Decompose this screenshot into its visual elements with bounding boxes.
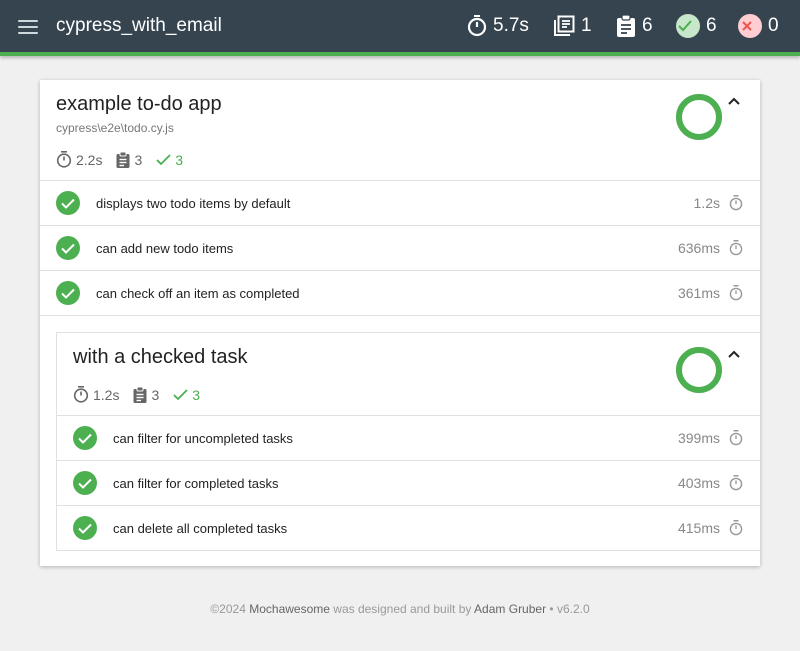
test-title: can add new todo items: [96, 241, 234, 256]
nested-suite-pass-donut: [676, 347, 722, 393]
test-duration: 415ms: [677, 520, 720, 536]
suite-tests-value: 3: [134, 151, 143, 168]
stat-suites: 1: [553, 13, 592, 39]
clipboard-icon: [617, 15, 635, 37]
test-row[interactable]: displays two todo items by default 1.2s: [40, 180, 760, 225]
test-duration: 636ms: [677, 240, 720, 256]
pass-check-icon: [73, 426, 97, 450]
stat-passes-value: 6: [706, 15, 717, 36]
footer: ©2024 Mochawesome was designed and built…: [0, 602, 800, 616]
test-title: can filter for uncompleted tasks: [113, 431, 293, 446]
test-row[interactable]: can delete all completed tasks 415ms: [57, 505, 760, 550]
pass-check-icon: [56, 281, 80, 305]
menu-icon[interactable]: [18, 16, 38, 36]
nested-suite: with a checked task 1.2s 3 3 can filter …: [56, 332, 760, 551]
suite-title: example to-do app: [56, 93, 222, 115]
suite-passes: 3: [156, 152, 183, 168]
nested-suite-duration: 1.2s: [73, 386, 119, 403]
check-icon: [173, 388, 188, 400]
chevron-up-icon[interactable]: [726, 346, 742, 362]
suite-duration-value: 2.2s: [76, 151, 103, 168]
nested-suite-meta: 1.2s 3 3: [73, 386, 214, 403]
test-duration: 403ms: [677, 475, 720, 491]
library-books-icon: [554, 15, 575, 36]
stopwatch-icon: [729, 520, 743, 536]
clipboard-icon: [133, 386, 147, 403]
stopwatch-icon: [729, 430, 743, 446]
stopwatch-icon: [56, 151, 72, 168]
test-duration: 1.2s: [693, 195, 720, 211]
pass-check-icon: [73, 516, 97, 540]
test-row[interactable]: can filter for completed tasks 403ms: [57, 460, 760, 505]
fail-x-icon: [738, 14, 762, 38]
nested-suite-title: with a checked task: [73, 346, 248, 368]
stat-tests-value: 6: [642, 15, 653, 36]
stopwatch-icon: [729, 285, 743, 301]
stopwatch-icon: [73, 386, 89, 403]
footer-author-link[interactable]: Adam Gruber: [474, 602, 546, 616]
check-icon: [156, 153, 171, 165]
test-title: can filter for completed tasks: [113, 476, 279, 491]
test-row[interactable]: can check off an item as completed 361ms: [40, 270, 760, 315]
stopwatch-icon: [729, 475, 743, 491]
nested-suite-tests: 3: [133, 386, 160, 403]
stat-suites-value: 1: [581, 15, 592, 36]
stat-failures[interactable]: 0: [738, 13, 779, 39]
test-duration: 361ms: [677, 285, 720, 301]
nested-suite-duration-value: 1.2s: [93, 386, 120, 403]
suite-duration: 2.2s: [56, 151, 102, 168]
nested-suite-header: with a checked task 1.2s 3 3: [57, 333, 760, 415]
stat-duration-value: 5.7s: [493, 15, 529, 36]
report-title: cypress_with_email: [56, 15, 222, 36]
pass-check-icon: [56, 191, 80, 215]
status-accent-bar: [0, 52, 800, 56]
footer-copyright: ©2024: [210, 602, 246, 616]
suite-header: example to-do app cypress\e2e\todo.cy.js…: [40, 80, 760, 180]
test-row[interactable]: can add new todo items 636ms: [40, 225, 760, 270]
stat-failures-value: 0: [768, 15, 779, 36]
pass-check-icon: [676, 14, 700, 38]
nested-suite-wrapper: with a checked task 1.2s 3 3 can filter …: [40, 315, 760, 567]
pass-check-icon: [56, 236, 80, 260]
footer-text: was designed and built by: [333, 602, 472, 616]
stat-passes[interactable]: 6: [676, 13, 717, 39]
nested-suite-passes: 3: [173, 387, 200, 403]
test-title: displays two todo items by default: [96, 196, 291, 211]
stopwatch-icon: [729, 240, 743, 256]
stat-duration: 5.7s: [467, 13, 529, 39]
pass-check-icon: [73, 471, 97, 495]
stopwatch-icon: [729, 195, 743, 211]
suite-file-path: cypress\e2e\todo.cy.js: [56, 121, 174, 135]
footer-version: • v6.2.0: [549, 602, 590, 616]
test-row[interactable]: can filter for uncompleted tasks 399ms: [57, 415, 760, 460]
test-title: can check off an item as completed: [96, 286, 300, 301]
footer-brand-link[interactable]: Mochawesome: [249, 602, 330, 616]
suite-tests: 3: [116, 151, 143, 168]
top-bar: cypress_with_email 5.7s 1 6 6 0: [0, 0, 800, 52]
nested-suite-tests-value: 3: [151, 386, 160, 403]
test-title: can delete all completed tasks: [113, 521, 288, 536]
stat-tests: 6: [616, 13, 653, 39]
suite-passes-value: 3: [175, 151, 184, 168]
suite-meta: 2.2s 3 3: [56, 151, 197, 168]
suite-pass-donut: [676, 94, 722, 140]
chevron-up-icon[interactable]: [726, 93, 742, 109]
clipboard-icon: [116, 151, 130, 168]
nested-suite-passes-value: 3: [192, 386, 201, 403]
test-duration: 399ms: [677, 430, 720, 446]
suite-card: example to-do app cypress\e2e\todo.cy.js…: [40, 80, 760, 566]
stopwatch-icon: [467, 15, 487, 37]
